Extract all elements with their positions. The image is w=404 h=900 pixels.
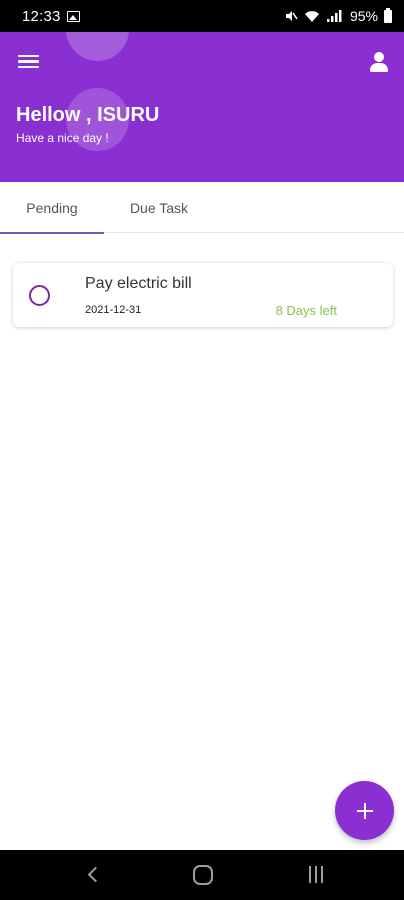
header: Hellow , ISURU Have a nice day ! — [0, 32, 404, 182]
task-card[interactable]: Pay electric bill 2021-12-31 8 Days left — [13, 263, 393, 327]
wifi-icon — [304, 11, 319, 22]
menu-icon[interactable] — [18, 52, 42, 72]
signal-icon — [326, 10, 342, 22]
status-bar: 12:33 95% — [0, 0, 404, 32]
task-title: Pay electric bill — [85, 275, 192, 292]
battery-icon — [384, 7, 392, 23]
tab-due-task-label: Due Task — [129, 199, 189, 216]
tab-pending[interactable]: Pending — [0, 182, 104, 234]
task-date: 2021-12-31 — [85, 304, 142, 316]
status-time: 12:33 — [22, 7, 61, 25]
home-icon[interactable] — [193, 865, 213, 885]
status-right: 95% — [284, 7, 392, 24]
profile-icon[interactable] — [368, 50, 390, 74]
task-days-left: 8 Days left — [275, 303, 337, 318]
back-icon[interactable] — [86, 867, 100, 881]
recents-icon[interactable] — [307, 866, 325, 884]
add-task-button[interactable] — [335, 781, 394, 840]
navigation-bar — [0, 850, 404, 900]
status-left: 12:33 — [22, 8, 80, 25]
tab-bar: Pending Due Task — [0, 182, 404, 234]
app-screen: 12:33 95% Hellow , ISURU Have a nice day… — [0, 0, 404, 900]
tab-due-task[interactable]: Due Task — [104, 182, 214, 233]
mute-icon — [285, 11, 298, 21]
tab-pending-label: Pending — [26, 199, 78, 216]
greeting-subtitle: Have a nice day ! — [16, 131, 109, 145]
active-tab-indicator — [0, 232, 104, 234]
battery-percentage: 95% — [349, 8, 378, 24]
greeting-title: Hellow , ISURU — [16, 104, 160, 126]
task-complete-checkbox[interactable] — [29, 285, 50, 306]
gallery-icon — [66, 10, 80, 22]
decorative-bubble — [66, 32, 129, 61]
